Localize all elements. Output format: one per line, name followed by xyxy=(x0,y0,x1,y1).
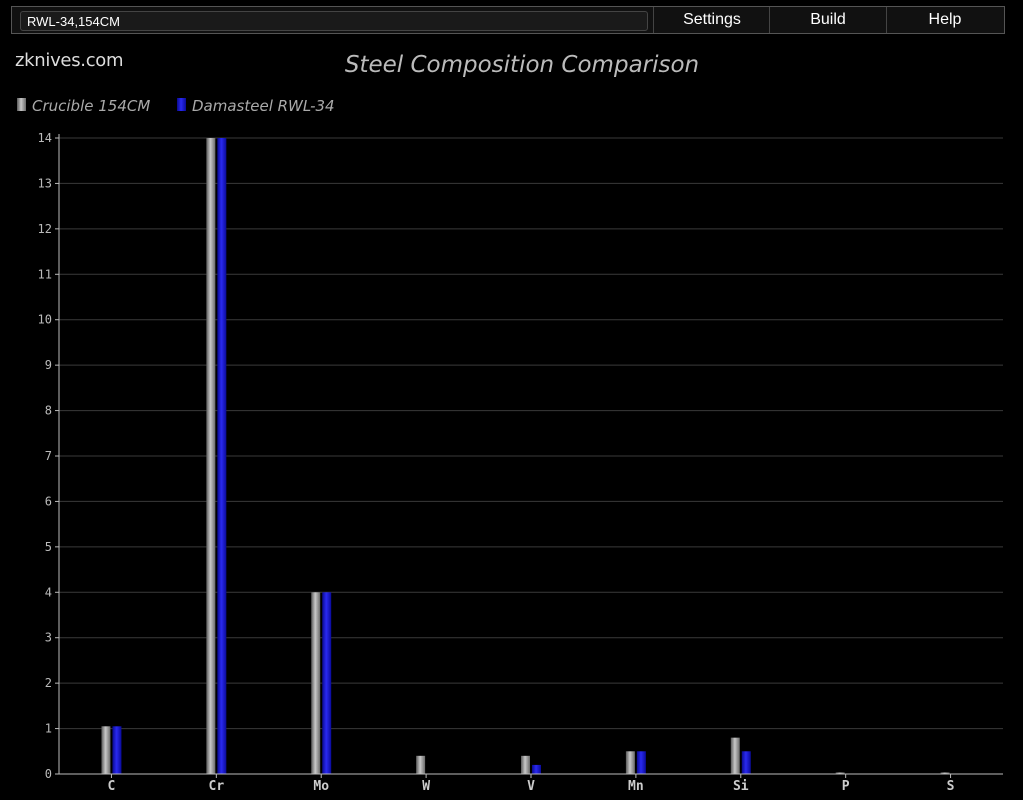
legend-swatch-series-2 xyxy=(177,98,186,111)
x-axis-ticks: C Cr Mo W V Mn Si P S xyxy=(108,774,955,794)
bar-si-series-2 xyxy=(741,751,751,774)
settings-menu-button[interactable]: Settings xyxy=(653,7,770,33)
x-tick-label: S xyxy=(947,779,955,794)
y-tick-label: 14 xyxy=(38,131,52,145)
bar-si-series-1 xyxy=(730,737,740,774)
bar-mn-series-1 xyxy=(625,751,635,774)
bar-c-series-2 xyxy=(112,726,122,774)
y-tick-label: 1 xyxy=(45,722,52,736)
y-tick-label: 8 xyxy=(45,404,52,418)
x-tick-label: Mn xyxy=(628,779,644,794)
legend-swatch-series-1 xyxy=(17,98,26,111)
y-tick-label: 5 xyxy=(45,540,52,554)
x-tick-label: P xyxy=(842,779,850,794)
legend-label-series-2: Damasteel RWL-34 xyxy=(192,97,335,115)
gridlines xyxy=(59,137,1003,730)
y-tick-label: 0 xyxy=(45,767,52,781)
legend: Crucible 154CM Damasteel RWL-34 xyxy=(17,97,335,115)
y-tick-label: 2 xyxy=(45,676,52,690)
x-tick-label: C xyxy=(108,779,116,794)
x-tick-label: V xyxy=(527,779,535,794)
top-bar: Settings Build Help xyxy=(11,6,1005,34)
bar-c-series-1 xyxy=(101,726,111,774)
x-tick-label: Cr xyxy=(209,779,225,794)
bar-cr-series-2 xyxy=(217,138,227,774)
bar-cr-series-1 xyxy=(206,138,216,774)
y-tick-label: 3 xyxy=(45,631,52,645)
steel-search-input[interactable] xyxy=(20,11,648,31)
y-tick-label: 4 xyxy=(45,585,52,599)
composition-chart: Steel Composition Comparison Crucible 15… xyxy=(17,52,1003,794)
y-tick-label: 9 xyxy=(45,358,52,372)
bar-v-series-2 xyxy=(532,764,541,774)
y-tick-label: 7 xyxy=(45,449,52,463)
y-tick-label: 12 xyxy=(38,222,52,236)
chart-title: Steel Composition Comparison xyxy=(345,52,699,78)
build-menu-button[interactable]: Build xyxy=(769,7,886,33)
y-tick-label: 6 xyxy=(45,494,52,508)
bar-v-series-1 xyxy=(521,755,530,774)
x-tick-label: Mo xyxy=(313,779,329,794)
bar-mn-series-2 xyxy=(636,751,646,774)
x-tick-label: W xyxy=(422,779,430,794)
y-tick-label: 10 xyxy=(38,313,52,327)
legend-label-series-1: Crucible 154CM xyxy=(32,97,150,115)
bar-mo-series-1 xyxy=(311,592,321,774)
help-menu-button[interactable]: Help xyxy=(886,7,1003,33)
bar-w-series-1 xyxy=(416,755,426,774)
y-tick-label: 11 xyxy=(38,267,52,281)
y-axis-ticks: 01234567891011121314 xyxy=(38,131,59,781)
y-tick-label: 13 xyxy=(38,176,52,190)
bar-mo-series-2 xyxy=(322,592,332,774)
x-tick-label: Si xyxy=(733,779,749,794)
